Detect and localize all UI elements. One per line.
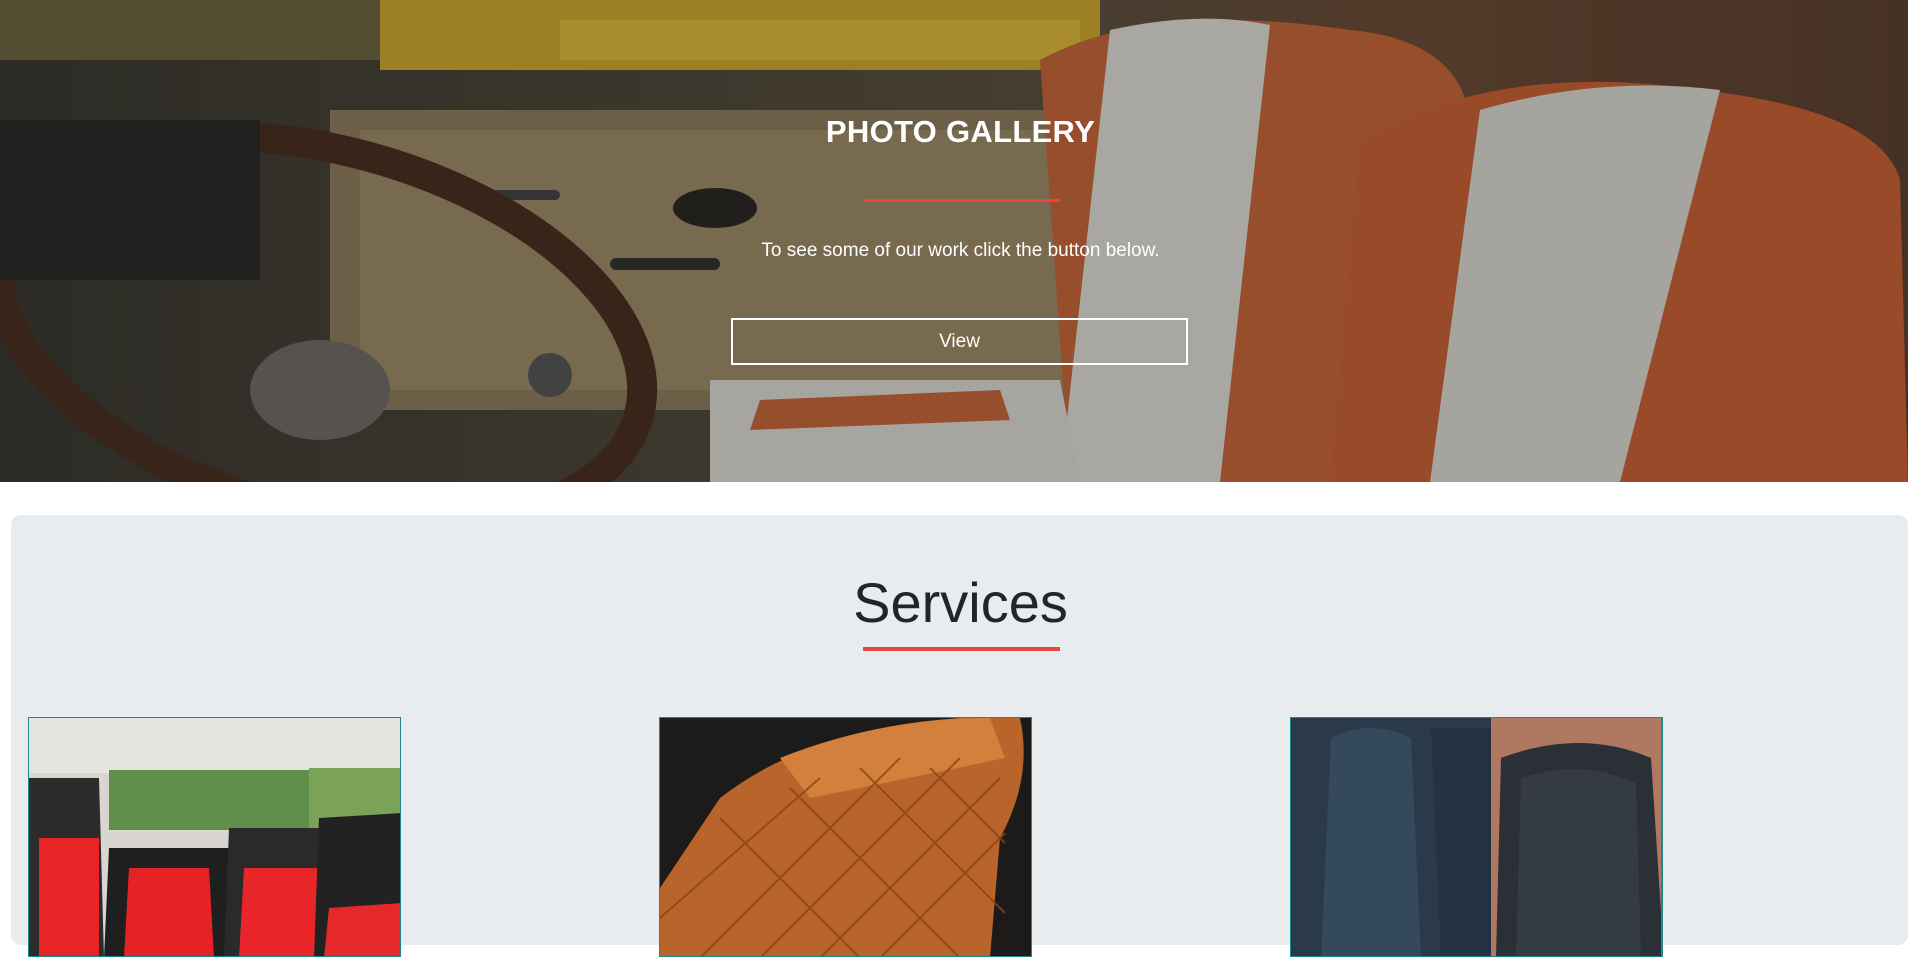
service-card-1[interactable]	[28, 717, 401, 957]
seat-cover-repair-image	[1291, 718, 1662, 956]
services-divider	[863, 647, 1060, 651]
services-section: Services	[11, 515, 1908, 957]
hero-divider	[863, 199, 1060, 202]
hero-description: To see some of our work click the button…	[761, 240, 1160, 261]
hero-title: PHOTO GALLERY	[825, 114, 1096, 149]
services-title: Services	[853, 571, 1068, 634]
service-card-3[interactable]	[1290, 717, 1663, 957]
service-card-2[interactable]	[659, 717, 1032, 957]
view-gallery-button[interactable]: View	[731, 318, 1188, 365]
photo-gallery-hero: PHOTO GALLERY To see some of our work cl…	[0, 0, 1908, 482]
van-interior-seats-image	[29, 718, 400, 956]
leather-seat-image	[660, 718, 1031, 956]
